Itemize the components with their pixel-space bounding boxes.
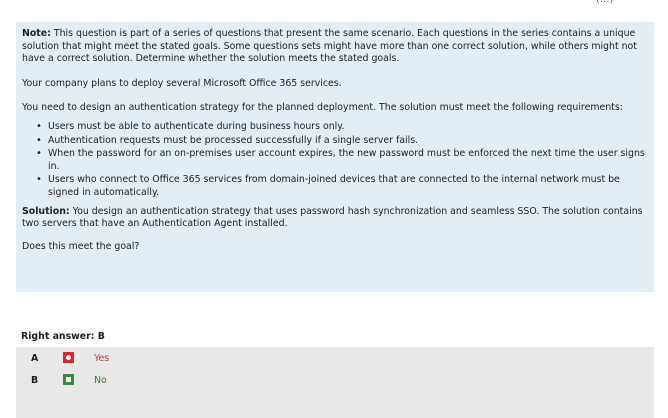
note-text: This question is part of a series of que… (22, 28, 637, 65)
option-b[interactable]: B No (16, 373, 316, 389)
requirement-item: • Users must be able to authenticate dur… (22, 121, 648, 134)
requirements-intro: You need to design an authentication str… (22, 102, 623, 114)
right-answer-label: Right answer: B (21, 331, 105, 342)
correct-marker-icon (63, 374, 74, 385)
question-prompt: Does this meet the goal? (22, 240, 140, 252)
header-fragment: (...) (596, 0, 613, 5)
solution-label: Solution: (22, 205, 70, 217)
requirement-item: • Authentication requests must be proces… (22, 135, 648, 148)
requirement-text: Authentication requests must be processe… (48, 134, 419, 146)
solution-paragraph: Solution: You design an authentication s… (22, 206, 648, 231)
incorrect-marker-icon (63, 352, 74, 363)
question-page: (...) Note: This question is part of a s… (0, 0, 668, 418)
option-a[interactable]: A Yes (16, 351, 316, 367)
requirement-text: When the password for an on-premises use… (48, 148, 645, 172)
bullet-icon: • (36, 148, 42, 160)
option-text: No (94, 375, 107, 386)
scenario-intro: Your company plans to deploy several Mic… (22, 77, 342, 89)
requirements-list: • Users must be able to authenticate dur… (22, 121, 648, 200)
option-text: Yes (94, 353, 110, 364)
option-letter: A (31, 353, 39, 364)
requirement-item: • Users who connect to Office 365 servic… (22, 174, 648, 199)
note-label: Note: (22, 28, 51, 39)
requirement-text: Users who connect to Office 365 services… (48, 174, 620, 198)
bullet-icon: • (36, 120, 42, 132)
solution-text: You design an authentication strategy th… (22, 205, 643, 230)
note-paragraph: Note: This question is part of a series … (22, 28, 648, 66)
requirement-text: Users must be able to authenticate durin… (48, 120, 345, 132)
answer-panel: A Yes B No (16, 347, 654, 418)
option-letter: B (31, 375, 39, 386)
bullet-icon: • (36, 134, 42, 146)
question-panel: Note: This question is part of a series … (16, 22, 654, 292)
bullet-icon: • (36, 174, 42, 186)
requirement-item: • When the password for an on-premises u… (22, 148, 648, 173)
